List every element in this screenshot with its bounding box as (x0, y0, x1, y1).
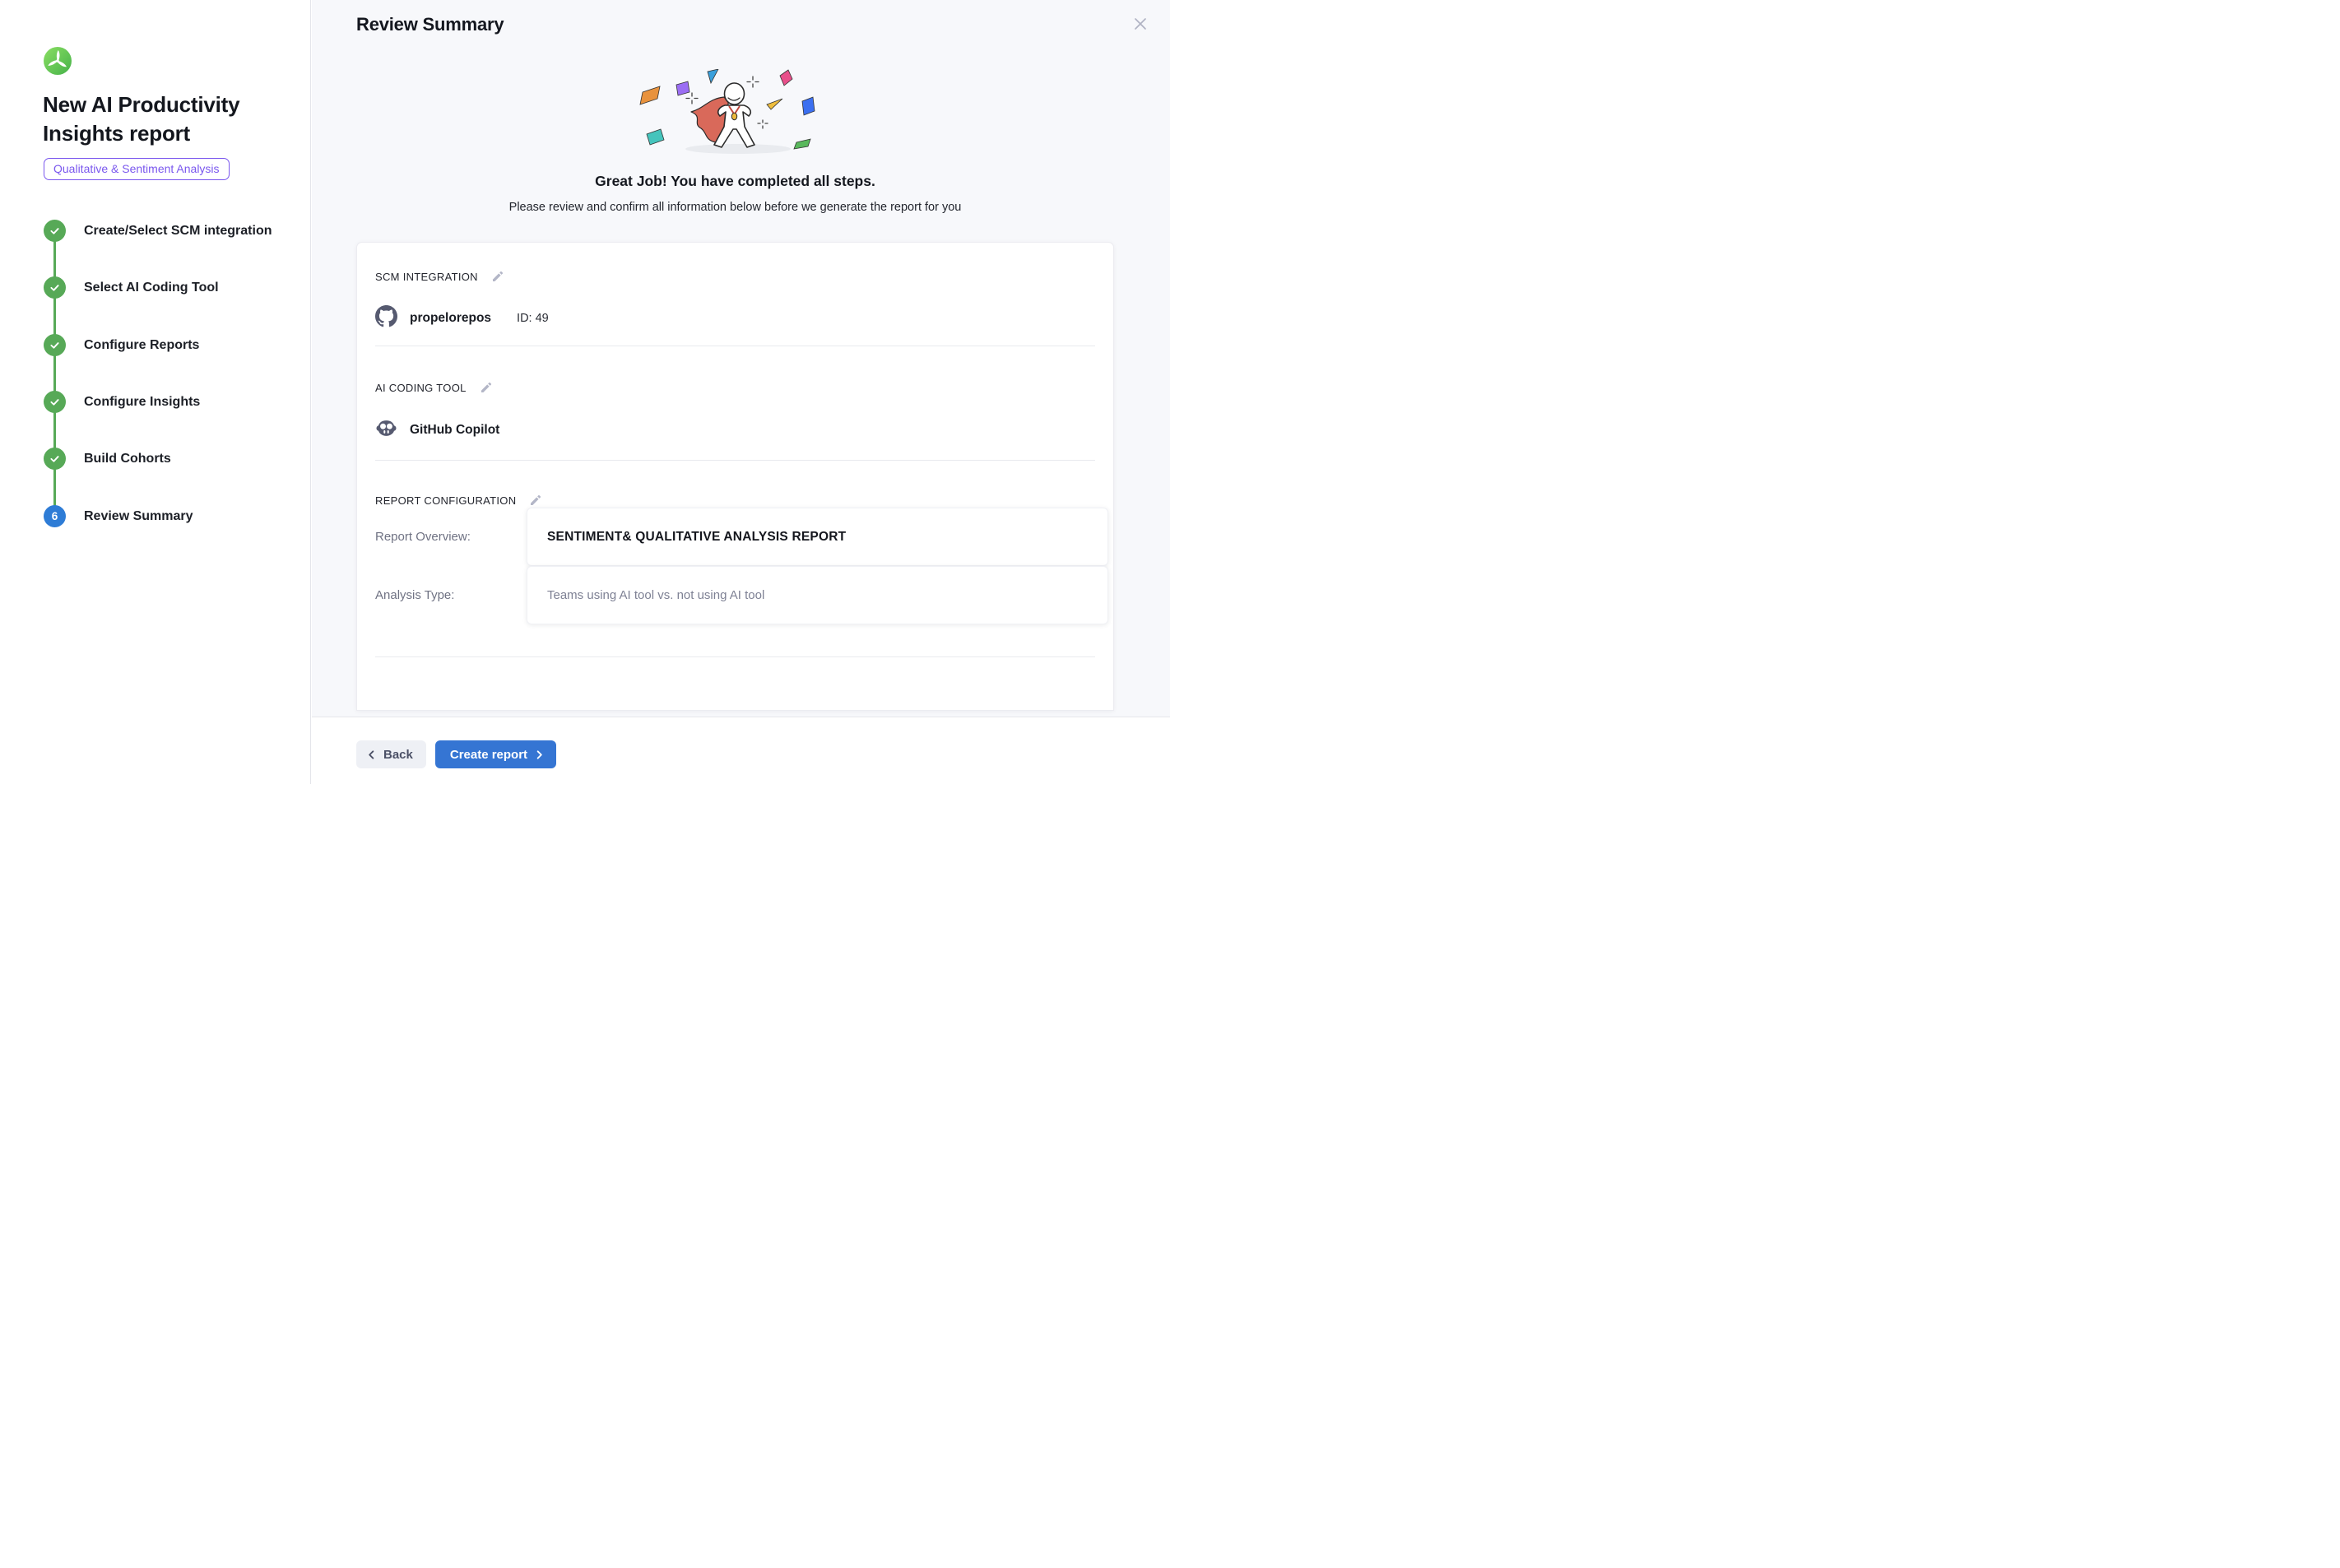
step-done-check-icon (44, 334, 66, 356)
ai-coding-tool-name: GitHub Copilot (410, 423, 499, 438)
report-overview-value-box: SENTIMENT& QUALITATIVE ANALYSIS REPORT (527, 508, 1108, 566)
analysis-type-value-box: Teams using AI tool vs. not using AI too… (527, 566, 1108, 624)
step-select-ai-coding-tool[interactable]: Select AI Coding Tool (44, 276, 219, 299)
step-current-number: 6 (44, 505, 66, 527)
stepper-connector (53, 231, 56, 517)
back-button-label: Back (383, 748, 413, 762)
scm-integration-name: propelorepos (410, 311, 491, 326)
close-icon[interactable] (1131, 15, 1149, 33)
section-label: AI CODING TOOL (375, 382, 467, 394)
analysis-type-label: Analysis Type: (375, 588, 527, 602)
step-create-select-scm-integration[interactable]: Create/Select SCM integration (44, 220, 272, 242)
step-review-summary[interactable]: 6 Review Summary (44, 505, 193, 527)
step-label: Review Summary (84, 509, 193, 524)
section-report-configuration: REPORT CONFIGURATION (375, 493, 1095, 508)
scm-integration-value-row: propelorepos ID: 49 (375, 307, 1095, 329)
section-scm-integration: SCM INTEGRATION (375, 269, 1095, 284)
chevron-left-icon (366, 749, 377, 760)
celebration-illustration (600, 69, 871, 158)
step-done-check-icon (44, 391, 66, 413)
step-configure-reports[interactable]: Configure Reports (44, 334, 199, 356)
edit-ai-coding-tool-pencil-icon[interactable] (479, 380, 494, 395)
report-overview-value: SENTIMENT& QUALITATIVE ANALYSIS REPORT (547, 530, 846, 545)
step-label: Create/Select SCM integration (84, 224, 272, 239)
step-done-check-icon (44, 220, 66, 242)
review-summary-panel: Review Summary (312, 0, 1170, 784)
ai-coding-tool-value-row: GitHub Copilot (375, 419, 1095, 441)
wizard-sidebar: New AI Productivity Insights report Qual… (0, 0, 311, 784)
analysis-type-row: Analysis Type: Teams using AI tool vs. n… (375, 566, 1108, 624)
new-report-wizard: New AI Productivity Insights report Qual… (0, 0, 1170, 784)
report-overview-row: Report Overview: SENTIMENT& QUALITATIVE … (375, 508, 1108, 566)
divider (375, 460, 1095, 461)
back-button[interactable]: Back (356, 740, 426, 768)
create-report-button[interactable]: Create report (435, 740, 556, 768)
review-summary-card: SCM INTEGRATION propelorepos ID: 49 AI C… (356, 242, 1114, 711)
create-report-button-label: Create report (450, 748, 527, 762)
report-overview-label: Report Overview: (375, 530, 527, 544)
completion-subheading: Please review and confirm all informatio… (356, 201, 1114, 214)
section-label: SCM INTEGRATION (375, 271, 478, 283)
step-done-check-icon (44, 276, 66, 299)
edit-report-configuration-pencil-icon[interactable] (528, 493, 543, 508)
scm-integration-id: ID: 49 (517, 312, 549, 325)
step-label: Configure Insights (84, 395, 200, 410)
section-label: REPORT CONFIGURATION (375, 494, 516, 507)
divider (375, 656, 1095, 657)
analysis-type-value: Teams using AI tool vs. not using AI too… (547, 588, 764, 602)
section-ai-coding-tool: AI CODING TOOL (375, 380, 1095, 395)
step-build-cohorts[interactable]: Build Cohorts (44, 448, 171, 470)
step-configure-insights[interactable]: Configure Insights (44, 391, 200, 413)
wizard-footer: Back Create report (312, 717, 1170, 784)
step-label: Configure Reports (84, 338, 199, 353)
step-done-check-icon (44, 448, 66, 470)
wizard-stepper: Create/Select SCM integration Select AI … (0, 0, 310, 576)
review-content: Great Job! You have completed all steps.… (356, 0, 1114, 717)
step-label: Build Cohorts (84, 452, 171, 466)
edit-scm-integration-pencil-icon[interactable] (490, 269, 505, 284)
github-icon (375, 305, 397, 332)
chevron-right-icon (534, 749, 545, 760)
completion-heading: Great Job! You have completed all steps. (356, 173, 1114, 190)
step-label: Select AI Coding Tool (84, 281, 219, 295)
github-copilot-icon (375, 417, 397, 443)
